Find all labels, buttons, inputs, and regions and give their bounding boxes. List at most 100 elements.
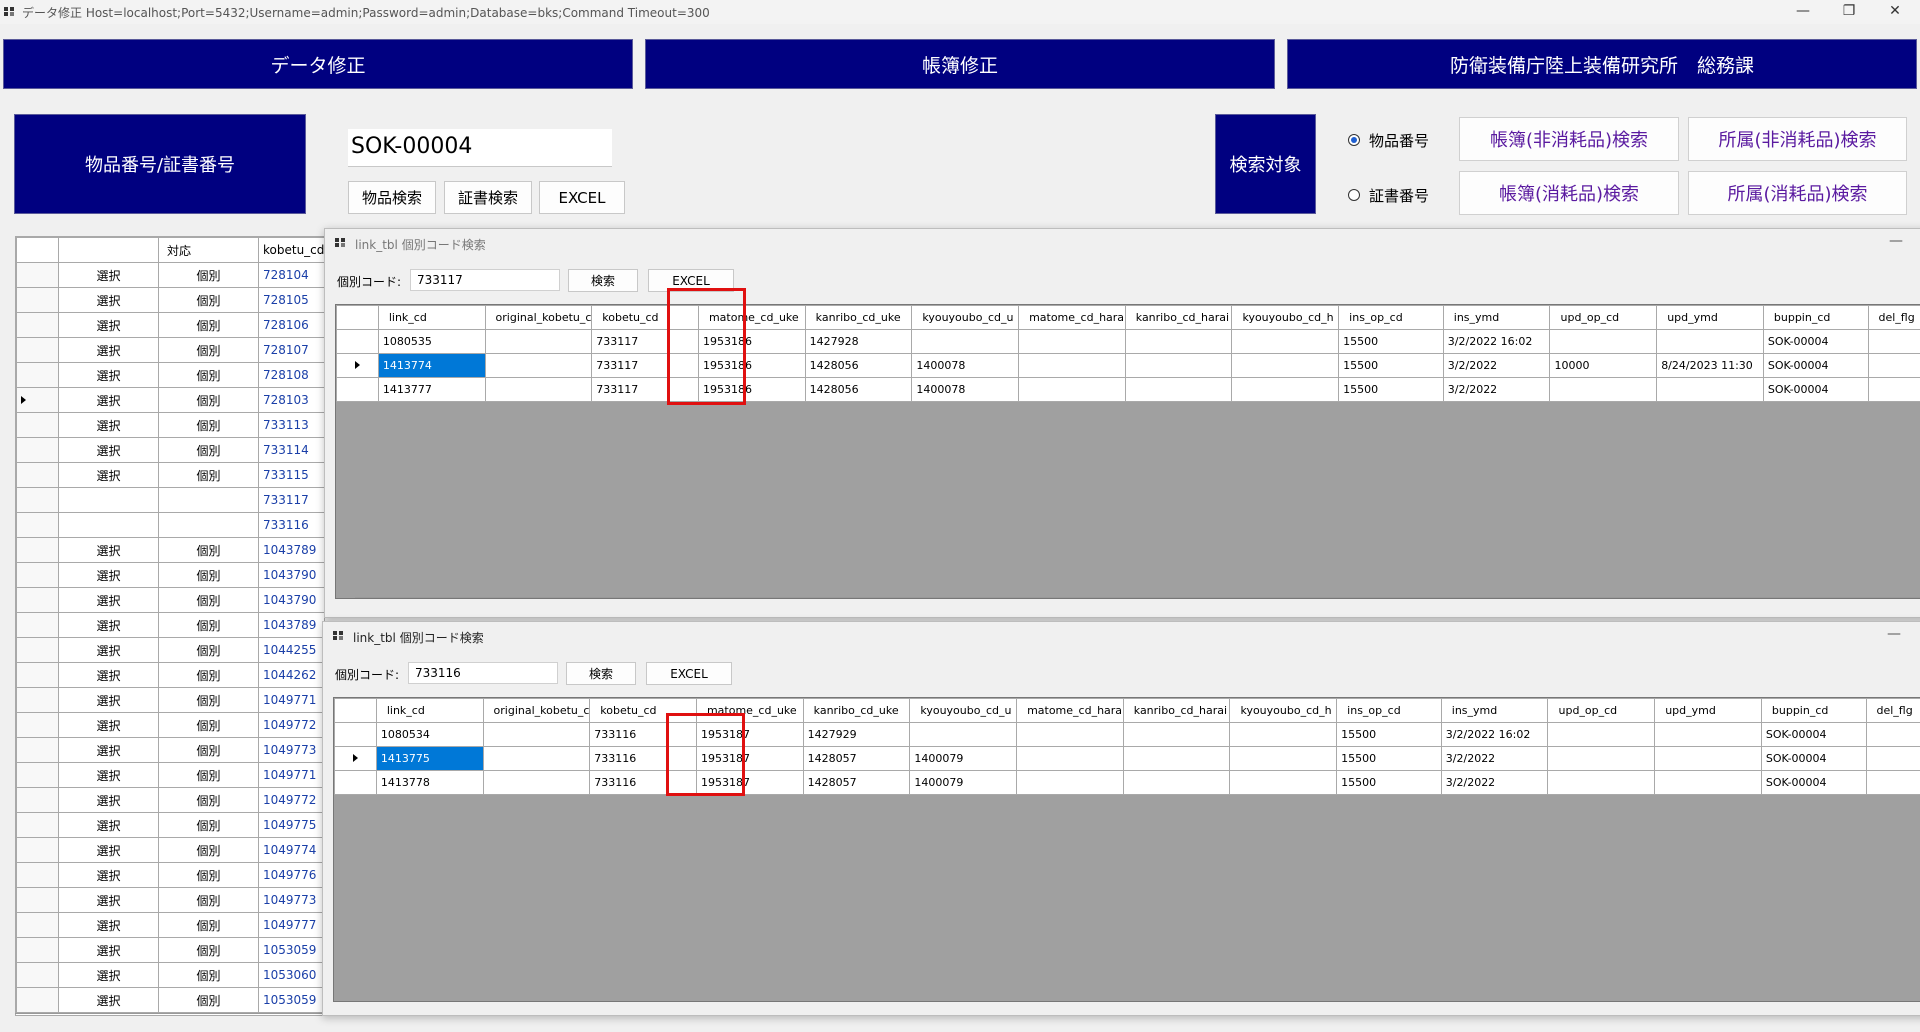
row-header[interactable] [16,812,59,838]
excel-button[interactable]: EXCEL [539,181,625,214]
cell-upd-ymd[interactable] [1654,722,1762,747]
cell-kanribo-cd-uke[interactable]: 1428056 [804,353,913,378]
column-header-kyouyoubo-cd-h[interactable]: kyouyoubo_cd_h [1231,305,1340,330]
table-row[interactable]: 選択 個別 728105 [16,287,324,313]
select-cell[interactable]: 選択 [58,912,159,938]
kobetu-cd-cell[interactable]: 1049777 [258,912,324,938]
kobetu-cd-cell[interactable]: 1053060 [258,962,324,988]
cell-kanribo-cd-harai[interactable] [1122,746,1231,771]
select-cell[interactable]: 選択 [58,737,159,763]
row-header[interactable] [16,512,59,538]
table-row[interactable]: 選択 個別 728104 [16,262,324,288]
row-header[interactable] [16,662,59,688]
select-cell[interactable]: 選択 [58,637,159,663]
cell-kanribo-cd-harai[interactable] [1124,329,1233,354]
cell-original-kobetu-c[interactable] [484,353,593,378]
row-header[interactable] [16,862,59,888]
select-cell[interactable]: 選択 [58,887,159,913]
ledger-fix-button[interactable]: 帳簿修正 [645,39,1275,89]
radio-cert-number[interactable] [1348,189,1360,201]
cell-kyouyoubo-cd-h[interactable] [1229,722,1338,747]
cell-kyouyoubo-cd-h[interactable] [1229,746,1338,771]
cell-kanribo-cd-uke[interactable]: 1428057 [802,746,911,771]
column-header-link-cd[interactable]: link_cd [375,698,484,723]
column-header-matome-cd-hara[interactable]: matome_cd_hara [1016,698,1124,723]
cell-kyouyoubo-cd-u[interactable] [911,329,1020,354]
table-row[interactable]: 選択 個別 1044255 [16,637,324,663]
kobetu-cd-cell[interactable]: 1049771 [258,687,324,713]
search-input[interactable]: SOK-00004 [348,129,612,167]
cell-ins-op-cd[interactable]: 15500 [1338,353,1444,378]
row-header[interactable] [16,712,59,738]
table-row[interactable]: 選択 個別 728107 [16,337,324,363]
kobetu-cd-cell[interactable]: 1049773 [258,887,324,913]
column-header-upd-op-cd[interactable]: upd_op_cd [1549,305,1658,330]
radio-item-number-label[interactable]: 物品番号 [1369,130,1429,151]
column-header-original-kobetu-c[interactable]: original_kobetu_c [484,305,593,330]
cell-del-flg[interactable] [1867,377,1920,402]
dialog-1-minimize-button[interactable]: — [1889,233,1903,249]
cell-link-cd[interactable]: 1080534 [375,722,484,747]
select-cell[interactable]: 選択 [58,437,159,463]
dialog-2-minimize-button[interactable]: — [1887,626,1901,642]
cell-ins-ymd[interactable]: 3/2/2022 [1442,353,1551,378]
row-header[interactable] [16,937,59,963]
row-header[interactable] [16,987,59,1013]
select-cell[interactable]: 選択 [58,937,159,963]
cell-ins-ymd[interactable]: 3/2/2022 16:02 [1442,329,1551,354]
cell-ins-op-cd[interactable]: 15500 [1336,770,1442,795]
column-header-original-kobetu-c[interactable]: original_kobetu_c [482,698,591,723]
kobetu-cd-cell[interactable]: 1049771 [258,762,324,788]
cell-del-flg[interactable] [1865,746,1920,771]
row-header[interactable] [16,437,59,463]
column-header-upd-op-cd[interactable]: upd_op_cd [1547,698,1656,723]
cell-kanribo-cd-uke[interactable]: 1427929 [802,722,911,747]
row-header[interactable] [334,770,377,795]
cell-kanribo-cd-harai[interactable] [1122,770,1231,795]
table-row[interactable]: 1413775 733116 1953187 1428057 1400079 15500 3… [334,746,1920,771]
cell-original-kobetu-c[interactable] [484,377,593,402]
kobetu-cd-cell[interactable]: 728108 [258,362,324,388]
table-row[interactable]: 選択 個別 1043790 [16,562,324,588]
cell-upd-op-cd[interactable] [1549,377,1658,402]
cell-link-cd[interactable]: 1413775 [375,746,484,771]
kobetu-cd-cell[interactable]: 1049776 [258,862,324,888]
data-fix-button[interactable]: データ修正 [3,39,633,89]
select-cell[interactable]: 選択 [58,287,159,313]
cell-matome-cd-hara[interactable] [1016,722,1124,747]
kobetu-cd-cell[interactable]: 1053059 [258,987,324,1013]
kobetu-cd-cell[interactable]: 1053059 [258,937,324,963]
cell-buppin-cd[interactable]: SOK-00004 [1762,329,1869,354]
kobetu-cd-cell[interactable]: 1049773 [258,737,324,763]
table-row[interactable]: 選択 個別 1049772 [16,712,324,738]
cell-ins-ymd[interactable]: 3/2/2022 16:02 [1440,722,1549,747]
cell-link-cd[interactable]: 1413774 [377,353,486,378]
dialog-1-data-grid[interactable]: link_cd original_kobetu_c kobetu_cd matome_… [335,304,1920,599]
cell-kanribo-cd-harai[interactable] [1122,722,1231,747]
select-cell[interactable]: 選択 [58,862,159,888]
table-row[interactable]: 選択 個別 1049773 [16,737,324,763]
table-row[interactable]: 1413774 733117 1953186 1428056 1400078 15500 3… [336,353,1920,378]
row-header[interactable] [16,737,59,763]
table-row[interactable]: 選択 個別 1049771 [16,762,324,788]
row-header[interactable] [16,687,59,713]
cell-original-kobetu-c[interactable] [482,746,591,771]
cell-matome-cd-hara[interactable] [1018,329,1126,354]
column-header-kanribo-cd-harai[interactable]: kanribo_cd_harai [1124,305,1233,330]
dialog-2-data-grid[interactable]: link_cd original_kobetu_c kobetu_cd matome_… [333,697,1920,1002]
row-header[interactable] [336,329,379,354]
column-header-ins-ymd[interactable]: ins_ymd [1442,305,1551,330]
row-header[interactable] [16,837,59,863]
table-row[interactable]: 選択 個別 1049772 [16,787,324,813]
cell-del-flg[interactable] [1867,353,1920,378]
table-row[interactable]: 選択 個別 1049773 [16,887,324,913]
row-header[interactable] [16,762,59,788]
table-row[interactable]: 選択 個別 1044262 [16,662,324,688]
cell-kanribo-cd-uke[interactable]: 1428056 [804,377,913,402]
cell-buppin-cd[interactable]: SOK-00004 [1762,377,1869,402]
row-header[interactable] [16,962,59,988]
column-header-upd-ymd[interactable]: upd_ymd [1654,698,1762,723]
column-header-kanribo-cd-harai[interactable]: kanribo_cd_harai [1122,698,1231,723]
kobetu-cd-cell[interactable]: 728104 [258,262,324,288]
dialog-2-search-button[interactable]: 検索 [566,662,636,685]
